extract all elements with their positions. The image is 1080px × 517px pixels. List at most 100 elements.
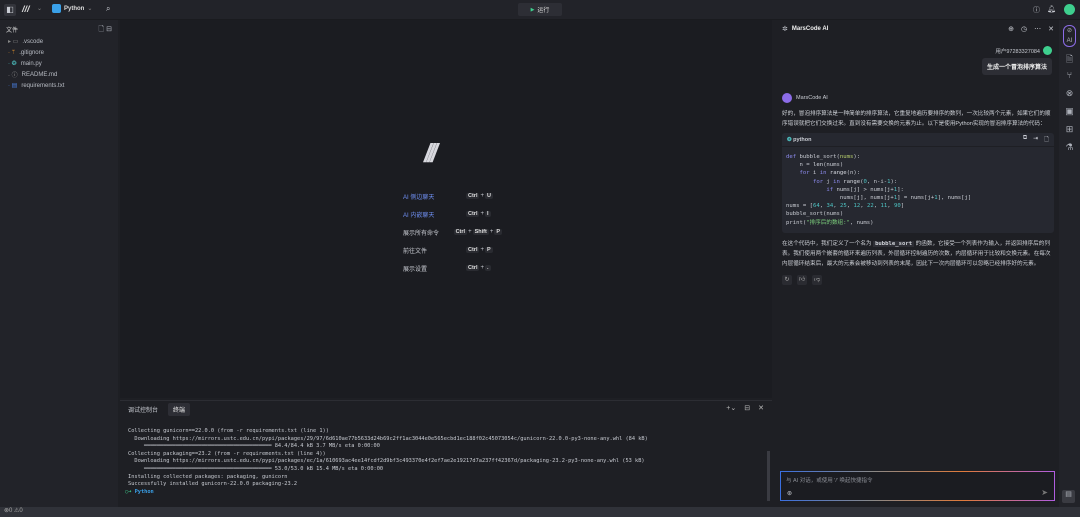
key-badge: Shift xyxy=(472,229,489,235)
key-badge: P xyxy=(494,229,502,235)
shortcut-label: AI 内嵌聊天 xyxy=(403,212,435,219)
file-name: README.md xyxy=(21,71,58,78)
new-file-icon[interactable]: 🗋 xyxy=(1044,135,1049,145)
toggle-sidebar-icon[interactable]: ◧ xyxy=(4,4,16,16)
tab-terminal[interactable]: 终端 xyxy=(168,402,191,416)
plus: + xyxy=(480,211,484,217)
shortcut-item[interactable]: AI 内嵌聊天 Ctrl + I xyxy=(403,205,503,223)
copy-icon[interactable]: ⧉ xyxy=(1023,135,1027,145)
add-terminal-icon[interactable]: +⌄ xyxy=(726,404,736,412)
file-name: .gitignore xyxy=(19,49,44,56)
key-badge: Ctrl xyxy=(466,211,480,217)
file-item[interactable]: · ⓘ README.md xyxy=(0,69,118,80)
close-icon[interactable]: ✕ xyxy=(758,404,764,412)
key-badge: P xyxy=(485,247,493,253)
chevron-down-icon[interactable]: ⌄ xyxy=(37,5,42,12)
play-icon: ▶ xyxy=(530,6,535,13)
ai-name: MarsCode AI xyxy=(796,95,828,101)
language-selector[interactable]: Python ⌄ xyxy=(52,4,92,13)
help-icon[interactable]: ⓘ xyxy=(1033,5,1040,15)
folder-icon: ▸ ▭ xyxy=(8,39,19,45)
send-icon[interactable]: ➤ xyxy=(1041,488,1048,497)
context-icon[interactable]: ⊛ xyxy=(787,490,792,497)
bell-icon[interactable]: 🔔︎ xyxy=(1047,5,1056,13)
terminal-scrollbar[interactable] xyxy=(767,451,770,501)
key-badge: U xyxy=(485,193,493,199)
terminal-line: Downloading https://mirrors.ustc.edu.cn/… xyxy=(128,435,648,442)
maximize-icon[interactable]: ⊟ xyxy=(744,404,750,412)
history-icon[interactable]: ◷ xyxy=(1021,25,1027,33)
marscode-icon: ✲ xyxy=(782,26,788,33)
key-badge: Ctrl xyxy=(466,265,480,271)
file-search-icon[interactable]: 🗎 xyxy=(1063,52,1076,65)
user-message: 生成一个冒泡排序算法 xyxy=(981,58,1052,75)
insert-icon[interactable]: ⇥ xyxy=(1033,135,1038,145)
more-icon[interactable]: ⋯ xyxy=(1034,25,1041,33)
explorer-title: 文件 xyxy=(6,28,19,34)
regenerate-icon[interactable]: ↻ xyxy=(782,274,792,285)
shortcut-item[interactable]: 展示设置 Ctrl +. xyxy=(403,259,503,277)
info-icon: · ⓘ xyxy=(8,73,18,79)
run-label: 运行 xyxy=(537,8,550,14)
user-avatar xyxy=(1043,46,1052,55)
file-item[interactable]: ▸ ▭ .vscode xyxy=(0,36,118,47)
run-button[interactable]: ▶ 运行 xyxy=(518,3,562,16)
code-content: def bubble_sort(nums): n = len(nums) for… xyxy=(786,154,972,226)
chat-input[interactable]: 与 AI 对话，或使用 '/' 唤起快捷指令 ⊛ ➤ xyxy=(780,471,1055,501)
shortcut-item[interactable]: 前往文件 Ctrl + P xyxy=(403,241,503,259)
panel-toggle-icon[interactable]: ▤ xyxy=(1062,490,1075,503)
git-branch-icon[interactable]: ⑂ xyxy=(1063,70,1076,83)
tab-debug-console[interactable]: 调试控制台 xyxy=(128,405,158,414)
close-icon[interactable]: ✕ xyxy=(1048,25,1054,33)
title-bar: ◧ /// ⌄ Python ⌄ ⌕ ▶ 运行 ⓘ 🔔︎ xyxy=(0,0,1080,20)
file-item[interactable]: · ▤ requirements.txt xyxy=(0,80,118,91)
plus: + xyxy=(480,265,484,271)
plus: + xyxy=(480,247,484,253)
activity-bar: ⊘ AI 🗎 ⑂ ⊗ ▣ ⊞ ⚗ ▤ xyxy=(1059,20,1080,507)
chat-title: MarsCode AI xyxy=(791,26,829,32)
thumbs-up-icon[interactable]: 👍︎ xyxy=(797,274,807,285)
avatar[interactable] xyxy=(1064,4,1075,15)
ai-chat-panel: ✲ MarsCode AI ⊕ ◷ ⋯ ✕ 用户972833270​84 生成一个冒泡排… xyxy=(778,20,1058,507)
ai-explanation-text: 在这个代码中，我们定义了一个名为 bubble_sort 的函数，它接受一个列表… xyxy=(782,240,1051,267)
extensions-icon[interactable]: ⊞ xyxy=(1063,124,1076,137)
user-name: 用户972833270​84 xyxy=(995,48,1040,55)
python-icon: · ❂ xyxy=(8,61,17,67)
prompt-arrow-icon: ○➜ xyxy=(125,488,135,495)
marscode-logo-icon[interactable]: /// xyxy=(22,4,30,14)
collapse-icon[interactable]: ⊟ xyxy=(106,25,112,33)
problems-icon[interactable]: ⊗0 ⚠0 xyxy=(0,508,23,514)
file-name: main.py xyxy=(20,60,42,67)
shortcut-label: AI 侧边聊天 xyxy=(403,194,435,201)
chat-input-placeholder: 与 AI 对话，或使用 '/' 唤起快捷指令 xyxy=(786,478,873,484)
status-bar: ⊗0 ⚠0 xyxy=(0,507,1080,517)
new-chat-icon[interactable]: ⊕ xyxy=(1008,25,1014,33)
terminal-line: Collecting packaging==23.2 (from -r requ… xyxy=(128,450,326,457)
file-item[interactable]: · ❂ main.py xyxy=(0,58,118,69)
debug-icon[interactable]: ⊗ xyxy=(1063,88,1076,101)
key-badge: Ctrl xyxy=(466,193,480,199)
shortcut-item[interactable]: AI 侧边聊天 Ctrl + U xyxy=(403,187,503,205)
file-explorer: 文件 🗋 ⊟ ▸ ▭ .vscode · ᛘ .gitignore · ❂ main.py… xyxy=(0,20,118,507)
marscode-logo-icon: /// xyxy=(424,138,438,168)
ai-assistant-icon[interactable]: ⊘ AI xyxy=(1063,25,1076,47)
text-file-icon: · ▤ xyxy=(8,83,18,89)
chevron-down-icon: ⌄ xyxy=(87,6,93,12)
plus: + xyxy=(480,193,484,199)
test-flask-icon[interactable]: ⚗ xyxy=(1063,142,1076,155)
terminal-line: Downloading https://mirrors.ustc.edu.cn/… xyxy=(128,458,645,465)
package-icon[interactable]: ▣ xyxy=(1063,106,1076,119)
search-icon[interactable]: ⌕ xyxy=(106,4,110,14)
shortcut-list: AI 侧边聊天 Ctrl + U AI 内嵌聊天 Ctrl + I 展示所有命令 Ctrl + Shi… xyxy=(403,187,503,277)
code-language: python xyxy=(793,136,812,143)
file-name: .vscode xyxy=(22,38,44,45)
key-badge: I xyxy=(485,211,491,217)
python-icon xyxy=(52,4,61,13)
new-file-icon[interactable]: 🗋 xyxy=(99,25,105,36)
shortcut-item[interactable]: 展示所有命令 Ctrl + Shift + P xyxy=(403,223,503,241)
file-item[interactable]: · ᛘ .gitignore xyxy=(0,47,118,58)
terminal-line: ━━━━━━━━━━━━━━━━━━━━━━━━━━━━━━━━━━━━━━━━… xyxy=(128,443,380,450)
terminal-line: ━━━━━━━━━━━━━━━━━━━━━━━━━━━━━━━━━━━━━━━━… xyxy=(128,465,384,472)
terminal-line: Installing collected packages: packaging… xyxy=(128,473,288,480)
thumbs-down-icon[interactable]: 👎︎ xyxy=(812,274,822,285)
